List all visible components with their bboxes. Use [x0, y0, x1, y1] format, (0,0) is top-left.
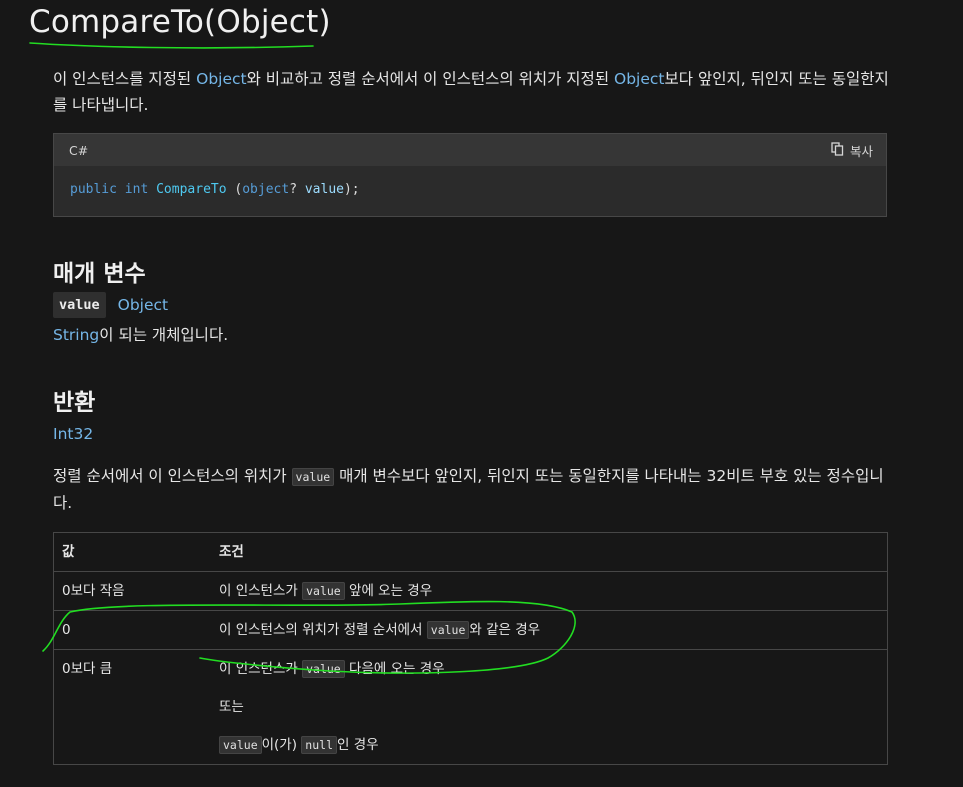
code-keyword: public — [70, 182, 117, 197]
cell-text: 이 인스턴스가 — [219, 661, 303, 677]
cell-text: 앞에 오는 경우 — [344, 583, 433, 599]
table-header: 조건 — [211, 532, 888, 572]
param-row: value Object — [53, 292, 168, 318]
param-name: value — [53, 292, 106, 318]
inline-code: null — [301, 736, 337, 754]
param-desc-text: 이 되는 개체입니다. — [99, 326, 229, 344]
cell-text: 이 인스턴스가 — [219, 583, 303, 599]
table-cell: 0보다 큼 — [53, 649, 211, 765]
table-header: 값 — [53, 532, 211, 572]
table-cell: 이 인스턴스의 위치가 정렬 순서에서 value 와 같은 경우 — [211, 610, 888, 650]
int32-link[interactable]: Int32 — [53, 425, 93, 443]
code-punct: ); — [343, 182, 360, 197]
intro-paragraph: 이 인스턴스를 지정된 Object와 비교하고 정렬 순서에서 이 인스턴스의… — [53, 66, 893, 118]
inline-code: value — [291, 468, 335, 486]
returns-type: Int32 — [53, 421, 93, 447]
intro-text: 이 인스턴스를 지정된 — [53, 70, 197, 88]
code-language: C# — [69, 142, 89, 158]
param-type-link[interactable]: Object — [118, 296, 168, 314]
cell-text: 이 인스턴스의 위치가 정렬 순서에서 — [219, 622, 427, 638]
table-row: 0 이 인스턴스의 위치가 정렬 순서에서 value 와 같은 경우 — [53, 610, 888, 650]
returns-text: 정렬 순서에서 이 인스턴스의 위치가 — [53, 467, 292, 485]
param-description: String이 되는 개체입니다. — [53, 322, 228, 348]
code-block: C# 복사 public int CompareTo (object? valu… — [53, 133, 887, 217]
table-cell: 이 인스턴스가 value 다음에 오는 경우 또는 value 이(가) nul… — [211, 649, 888, 765]
copy-button[interactable]: 복사 — [831, 141, 873, 160]
returns-description: 정렬 순서에서 이 인스턴스의 위치가 value 매개 변수보다 앞인지, 뒤… — [53, 463, 893, 516]
cell-text: 인 경우 — [337, 737, 379, 753]
table-row: 0보다 큼 이 인스턴스가 value 다음에 오는 경우 또는 value 이(… — [53, 649, 888, 765]
code-keyword: object — [242, 182, 290, 197]
table-cell: 0보다 작음 — [53, 571, 211, 611]
cell-line: 또는 — [219, 699, 244, 715]
cell-text: 다음에 오는 경우 — [344, 661, 445, 677]
code-method: CompareTo — [156, 182, 227, 197]
return-values-table: 값 조건 0보다 작음 이 인스턴스가 value 앞에 오는 경우 0 이 인… — [53, 532, 888, 765]
intro-text: 와 비교하고 정렬 순서에서 이 인스턴스의 위치가 지정된 — [246, 70, 615, 88]
table-cell: 이 인스턴스가 value 앞에 오는 경우 — [211, 571, 888, 611]
inline-code: value — [219, 736, 262, 754]
code-param: value — [304, 182, 344, 197]
code-header: C# 복사 — [54, 134, 886, 166]
cell-text: 와 같은 경우 — [469, 622, 541, 638]
copy-label: 복사 — [849, 143, 873, 159]
doc-page: CompareTo(Object) 이 인스턴스를 지정된 Object와 비교… — [0, 0, 963, 787]
table-header-row: 값 조건 — [53, 532, 888, 572]
cell-text: 이(가) — [261, 737, 302, 753]
table-row: 0보다 작음 이 인스턴스가 value 앞에 오는 경우 — [53, 571, 888, 611]
table-cell: 0 — [53, 610, 211, 650]
string-link[interactable]: String — [53, 326, 99, 344]
cell-line: 이 인스턴스가 value 다음에 오는 경우 — [219, 650, 879, 688]
code-body: public int CompareTo (object? value); — [54, 166, 886, 213]
params-heading: 매개 변수 — [53, 261, 146, 287]
inline-code: value — [302, 582, 345, 600]
code-punct: ( — [226, 182, 243, 197]
page-title: CompareTo(Object) — [29, 4, 331, 40]
code-keyword: int — [124, 182, 149, 197]
cell-line: value 이(가) null 인 경우 — [219, 726, 879, 764]
inline-code: value — [302, 660, 345, 678]
object-link-2[interactable]: Object — [614, 70, 664, 88]
inline-code: value — [426, 621, 470, 639]
object-link-1[interactable]: Object — [196, 70, 246, 88]
code-punct: ? — [289, 182, 305, 197]
copy-icon — [831, 141, 844, 159]
returns-heading: 반환 — [53, 390, 96, 416]
